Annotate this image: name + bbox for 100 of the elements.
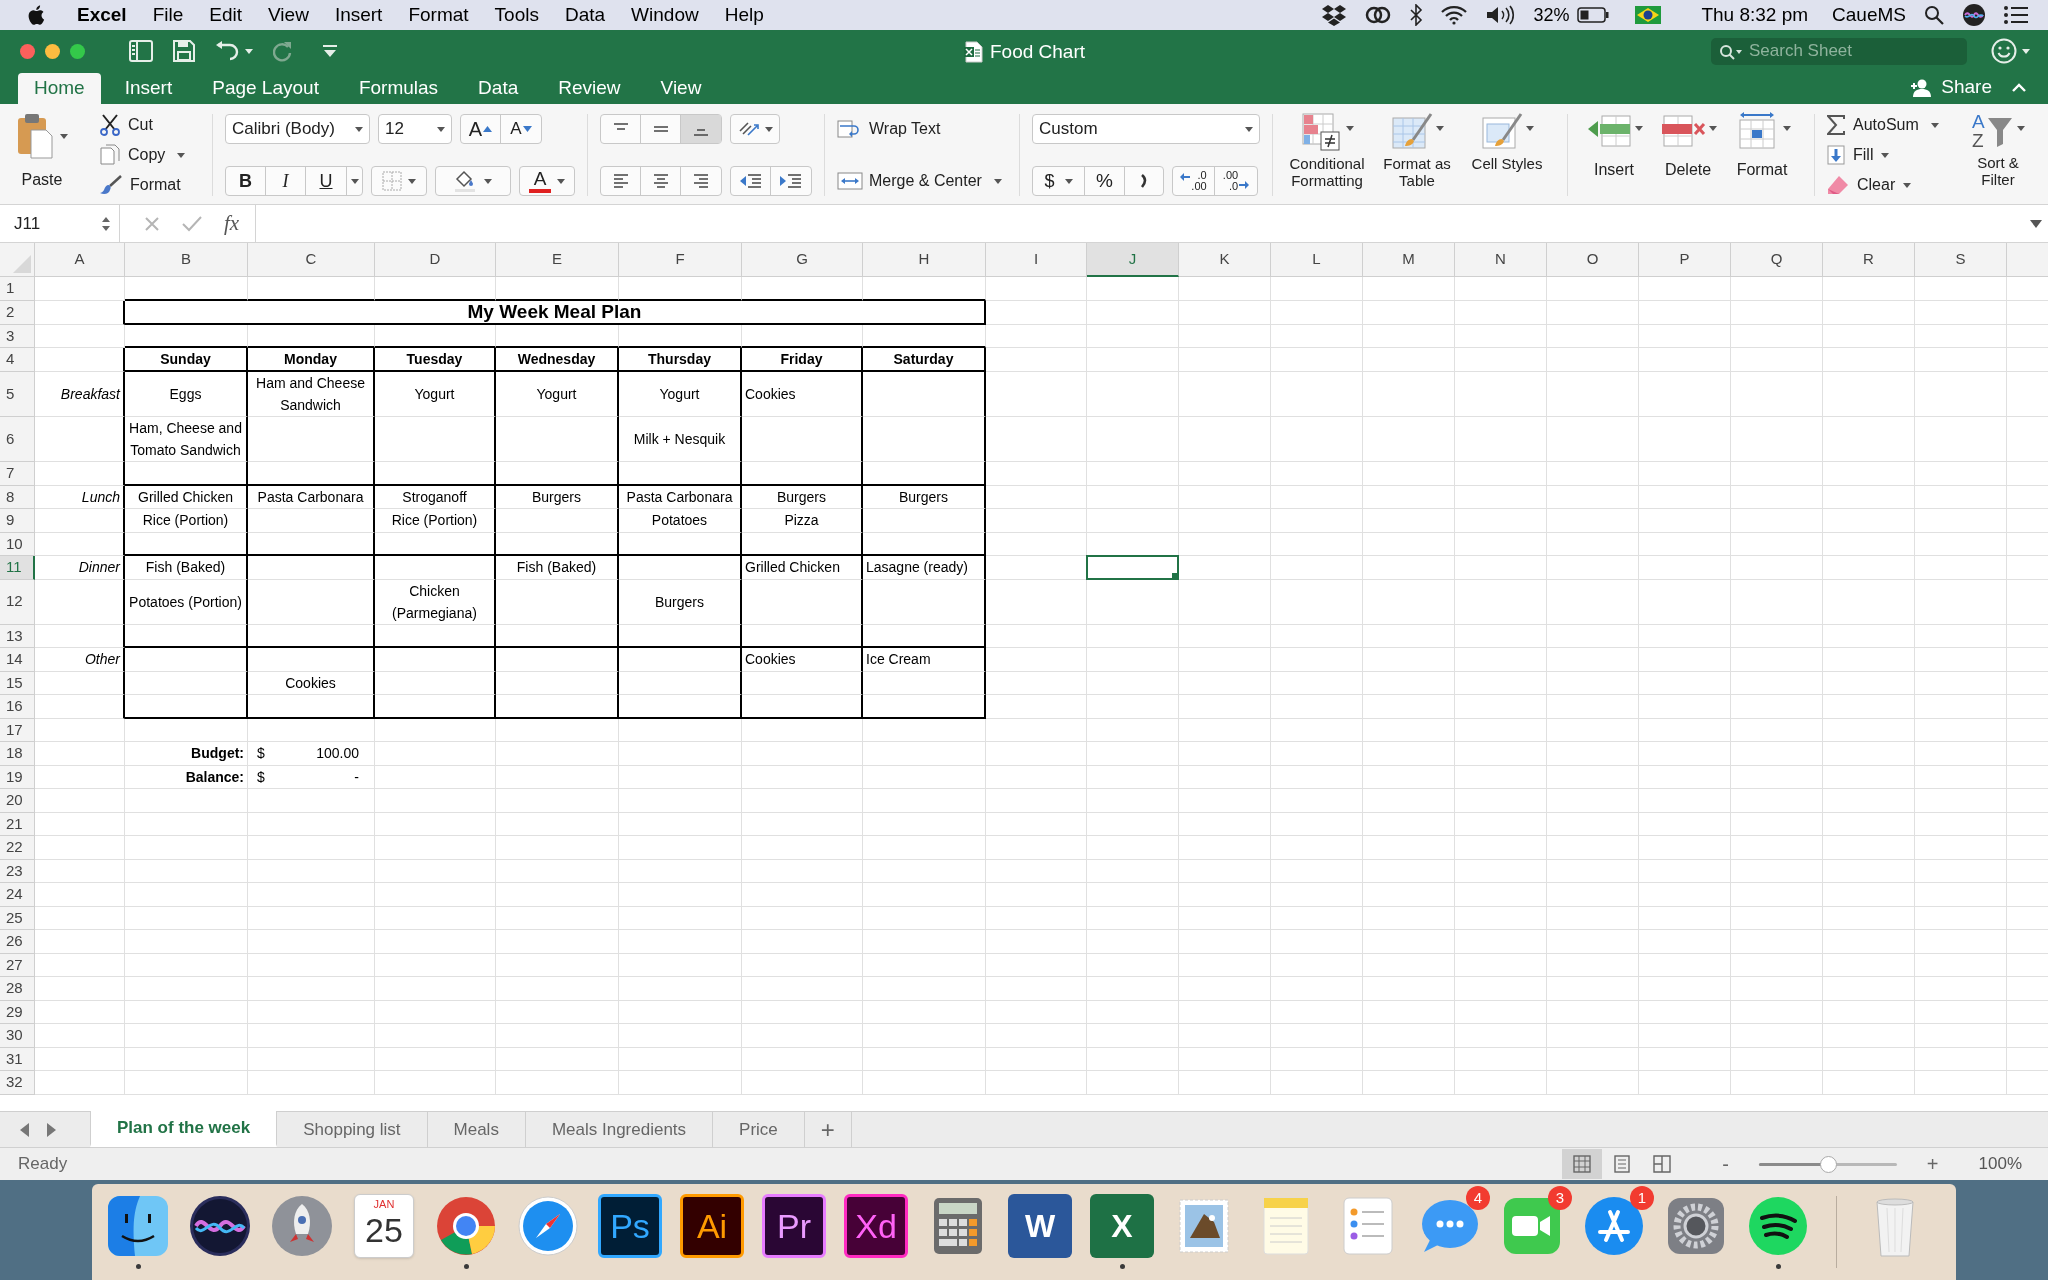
menu-item[interactable]: Format: [408, 0, 469, 30]
ribbon-tab[interactable]: Insert: [108, 73, 189, 104]
row-header[interactable]: 30: [0, 1024, 35, 1048]
ribbon-tab[interactable]: Home: [18, 73, 101, 104]
row-header[interactable]: 5: [0, 372, 35, 417]
row-header[interactable]: 25: [0, 906, 35, 930]
paste-button[interactable]: Paste: [10, 112, 74, 198]
column-header[interactable]: E: [496, 243, 619, 277]
row-header[interactable]: 15: [0, 671, 35, 695]
previous-sheet-icon[interactable]: [20, 1122, 30, 1137]
align-bottom-button[interactable]: [681, 115, 721, 143]
row-header[interactable]: 2: [0, 300, 35, 325]
row-header[interactable]: 9: [0, 509, 35, 533]
flag-icon[interactable]: [1635, 6, 1662, 24]
minimize-button[interactable]: [45, 43, 60, 59]
row-header[interactable]: 22: [0, 836, 35, 860]
clear-button[interactable]: Clear: [1827, 172, 1953, 198]
column-header[interactable]: J: [1087, 243, 1179, 277]
wifi-icon[interactable]: [1441, 5, 1468, 25]
underline-button[interactable]: U: [306, 167, 346, 195]
font-size-dropdown[interactable]: 12: [378, 114, 452, 144]
fill-button[interactable]: Fill: [1827, 142, 1953, 168]
menu-item[interactable]: View: [268, 0, 309, 30]
lettered-app-icon[interactable]: Pr: [762, 1194, 826, 1258]
lettered-app-icon[interactable]: Xd: [844, 1194, 908, 1258]
lettered-app-icon[interactable]: Ps: [598, 1194, 662, 1258]
app-store-icon[interactable]: [1582, 1194, 1646, 1258]
row-header[interactable]: 20: [0, 789, 35, 813]
sheet-tab[interactable]: Plan of the week: [90, 1111, 278, 1147]
format-as-table-button[interactable]: Format as Table: [1375, 112, 1459, 198]
expand-formula-icon[interactable]: [2030, 219, 2042, 228]
column-header[interactable]: R: [1823, 243, 1915, 277]
row-header[interactable]: 4: [0, 348, 35, 372]
autosum-button[interactable]: AutoSum: [1827, 112, 1953, 138]
column-header[interactable]: Q: [1731, 243, 1823, 277]
increase-font-button[interactable]: A: [461, 115, 501, 143]
delete-cells-button[interactable]: Delete: [1654, 112, 1722, 198]
row-header[interactable]: 14: [0, 648, 35, 672]
orb-icon[interactable]: [188, 1194, 252, 1258]
row-header[interactable]: 29: [0, 1000, 35, 1024]
smiley-icon[interactable]: [1991, 38, 2017, 64]
next-sheet-icon[interactable]: [46, 1122, 56, 1137]
lettered-app-icon[interactable]: X: [1090, 1194, 1154, 1258]
row-header[interactable]: 32: [0, 1071, 35, 1095]
bluetooth-icon[interactable]: [1409, 4, 1424, 26]
search-field[interactable]: Search Sheet: [1711, 37, 1967, 65]
menu-item[interactable]: Insert: [334, 0, 383, 30]
copy-button[interactable]: Copy: [100, 142, 200, 168]
column-header[interactable]: A: [35, 243, 125, 277]
column-header[interactable]: L: [1271, 243, 1363, 277]
row-header[interactable]: 24: [0, 883, 35, 907]
normal-view-button[interactable]: [1562, 1149, 1603, 1179]
ribbon-tab[interactable]: Page Layout: [196, 73, 335, 104]
font-color-button[interactable]: A: [519, 166, 575, 196]
insert-function-button[interactable]: fx: [224, 207, 240, 240]
row-header[interactable]: 8: [0, 485, 35, 509]
rocket-icon[interactable]: [270, 1194, 334, 1258]
slider-thumb[interactable]: [1819, 1155, 1837, 1173]
share-button[interactable]: Share: [1911, 72, 1992, 103]
row-header[interactable]: 6: [0, 417, 35, 462]
apple-icon[interactable]: [26, 4, 45, 26]
row-header[interactable]: 11: [0, 556, 35, 580]
ribbon-tab[interactable]: View: [644, 73, 718, 104]
check-icon[interactable]: [182, 215, 202, 232]
zoom-in-button[interactable]: +: [1926, 1149, 1939, 1179]
row-header[interactable]: 21: [0, 812, 35, 836]
menu-item[interactable]: Help: [724, 0, 764, 30]
dropbox-icon[interactable]: [1321, 4, 1348, 26]
lettered-app-icon[interactable]: Ai: [680, 1194, 744, 1258]
column-header[interactable]: P: [1639, 243, 1731, 277]
search-icon[interactable]: [1924, 5, 1944, 25]
row-header[interactable]: 7: [0, 462, 35, 486]
sidebar-icon[interactable]: [129, 40, 153, 62]
ribbon-tab[interactable]: Review: [542, 73, 637, 104]
user-name[interactable]: CaueMS: [1832, 0, 1906, 30]
insert-cells-button[interactable]: Insert: [1580, 112, 1648, 198]
column-header[interactable]: K: [1179, 243, 1271, 277]
orb-icon[interactable]: [1962, 3, 1986, 27]
row-header[interactable]: 23: [0, 859, 35, 883]
column-header[interactable]: H: [863, 243, 986, 277]
customize-toolbar-icon[interactable]: [323, 45, 337, 57]
name-box[interactable]: J11: [0, 205, 120, 242]
merge-center-button[interactable]: Merge & Center: [837, 166, 1007, 196]
collapse-ribbon-icon[interactable]: [2012, 83, 2026, 92]
menu-item[interactable]: File: [152, 0, 184, 30]
menu-clock[interactable]: Thu 8:32 pm: [1701, 0, 1809, 30]
increase-decimal-button[interactable]: .0 .00: [1173, 167, 1215, 195]
font-name-dropdown[interactable]: Calibri (Body): [225, 114, 370, 144]
row-header[interactable]: 18: [0, 742, 35, 766]
column-header[interactable]: F: [619, 243, 742, 277]
row-header[interactable]: 31: [0, 1047, 35, 1071]
cloud-rings-icon[interactable]: [1365, 5, 1392, 25]
row-header[interactable]: 3: [0, 324, 35, 348]
ribbon-tab[interactable]: Data: [462, 73, 535, 104]
number-format-dropdown[interactable]: Custom: [1032, 114, 1260, 144]
column-header[interactable]: S: [1915, 243, 2007, 277]
column-header[interactable]: M: [1363, 243, 1455, 277]
cell-styles-button[interactable]: Cell Styles: [1465, 112, 1549, 198]
menu-item[interactable]: Window: [631, 0, 699, 30]
save-icon[interactable]: [173, 40, 195, 62]
